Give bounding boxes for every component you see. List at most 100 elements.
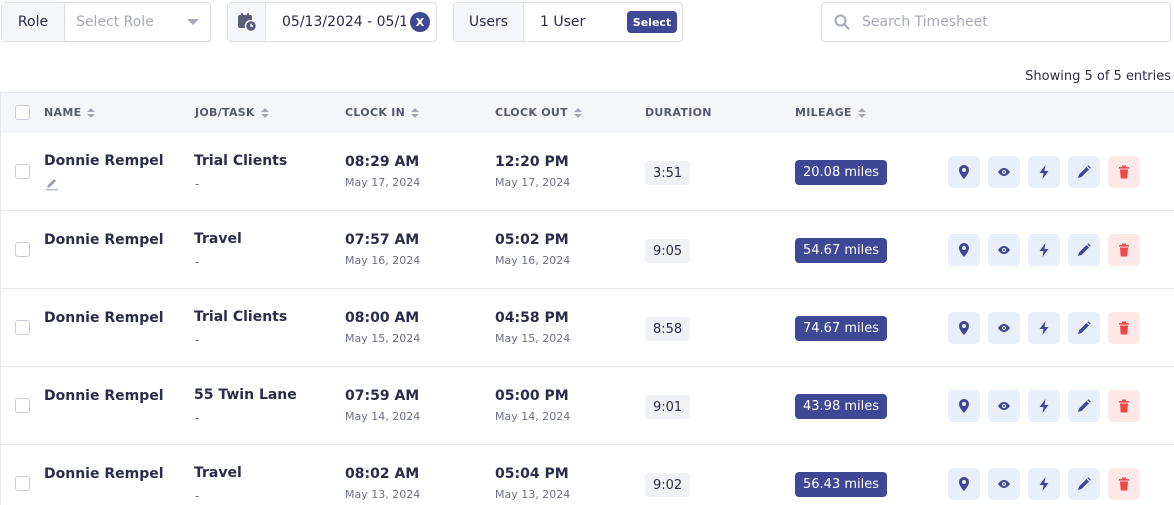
header-clock-out[interactable]: CLOCK OUT [495, 106, 582, 119]
edit-button[interactable] [1068, 468, 1100, 500]
row-checkbox[interactable] [15, 398, 30, 413]
edit-pencil-icon[interactable] [45, 177, 59, 191]
pencil-icon [1078, 399, 1091, 412]
pencil-icon [1078, 321, 1091, 334]
lightning-icon [1039, 165, 1049, 179]
location-button[interactable] [948, 156, 980, 188]
search-box [821, 2, 1171, 42]
mileage-badge[interactable]: 43.98 miles [795, 394, 888, 419]
clock-out-date: May 14, 2024 [495, 410, 571, 423]
location-button[interactable] [948, 234, 980, 266]
filter-bar: Role Select Role 05/13/2024 - 05/19/2024… [1, 2, 1173, 42]
location-pin-icon [959, 243, 969, 257]
table-row: Donnie Rempel Travel - 08:02 AM May 13, … [0, 445, 1174, 505]
role-select[interactable]: Select Role [65, 3, 210, 41]
delete-button[interactable] [1108, 468, 1140, 500]
row-checkbox[interactable] [15, 476, 30, 491]
employee-name[interactable]: Donnie Rempel [44, 153, 164, 169]
duration-badge: 9:05 [645, 239, 691, 263]
edit-button[interactable] [1068, 234, 1100, 266]
delete-button[interactable] [1108, 390, 1140, 422]
sort-icon [411, 107, 420, 118]
clock-in-date: May 16, 2024 [345, 254, 421, 267]
select-users-button[interactable]: Select [627, 11, 677, 33]
select-all-checkbox[interactable] [15, 105, 30, 120]
employee-name[interactable]: Donnie Rempel [44, 388, 164, 404]
quick-action-button[interactable] [1028, 312, 1060, 344]
employee-name[interactable]: Donnie Rempel [44, 310, 164, 326]
edit-button[interactable] [1068, 156, 1100, 188]
quick-action-button[interactable] [1028, 156, 1060, 188]
job-task-sub: - [195, 333, 200, 347]
location-button[interactable] [948, 312, 980, 344]
clock-out-date: May 17, 2024 [495, 176, 571, 189]
trash-icon [1119, 243, 1129, 257]
header-name[interactable]: NAME [44, 106, 96, 119]
header-clock-in[interactable]: CLOCK IN [345, 106, 420, 119]
sort-icon [857, 107, 866, 118]
mileage-badge[interactable]: 56.43 miles [795, 472, 888, 497]
calendar-clock-icon [228, 3, 266, 41]
delete-button[interactable] [1108, 312, 1140, 344]
row-checkbox[interactable] [15, 242, 30, 257]
employee-name[interactable]: Donnie Rempel [44, 466, 164, 482]
job-task: Trial Clients [194, 309, 288, 325]
header-clock-in-label: CLOCK IN [345, 106, 406, 119]
job-task: Travel [194, 465, 242, 481]
edit-button[interactable] [1068, 312, 1100, 344]
clock-out-time: 12:20 PM [495, 154, 569, 170]
duration-badge: 3:51 [645, 161, 691, 185]
clock-in-date: May 17, 2024 [345, 176, 421, 189]
trash-icon [1119, 399, 1129, 413]
mileage-badge[interactable]: 74.67 miles [795, 316, 888, 341]
eye-icon [998, 402, 1010, 410]
clock-out-time: 05:00 PM [495, 388, 569, 404]
row-checkbox[interactable] [15, 164, 30, 179]
view-button[interactable] [988, 468, 1020, 500]
table-header: NAME JOB/TASK CLOCK IN CLOCK OUT DURATIO… [0, 92, 1174, 133]
view-button[interactable] [988, 156, 1020, 188]
edit-button[interactable] [1068, 390, 1100, 422]
header-mileage[interactable]: MILEAGE [795, 106, 866, 119]
clock-out-date: May 13, 2024 [495, 488, 571, 501]
employee-name[interactable]: Donnie Rempel [44, 232, 164, 248]
delete-button[interactable] [1108, 234, 1140, 266]
clock-in-time: 08:00 AM [345, 310, 420, 326]
duration-badge: 9:02 [645, 473, 691, 497]
header-mileage-label: MILEAGE [795, 106, 852, 119]
location-button[interactable] [948, 390, 980, 422]
view-button[interactable] [988, 312, 1020, 344]
clock-out-time: 04:58 PM [495, 310, 569, 326]
mileage-badge[interactable]: 54.67 miles [795, 238, 888, 263]
trash-icon [1119, 477, 1129, 491]
clock-in-time: 07:59 AM [345, 388, 420, 404]
mileage-badge[interactable]: 20.08 miles [795, 160, 888, 185]
search-input[interactable] [862, 14, 1142, 30]
eye-icon [998, 246, 1010, 254]
location-button[interactable] [948, 468, 980, 500]
pencil-icon [1078, 243, 1091, 256]
clock-in-time: 07:57 AM [345, 232, 420, 248]
date-range-filter[interactable]: 05/13/2024 - 05/19/2024 X [227, 2, 437, 42]
quick-action-button[interactable] [1028, 234, 1060, 266]
view-button[interactable] [988, 234, 1020, 266]
view-button[interactable] [988, 390, 1020, 422]
sort-icon [87, 107, 96, 118]
date-range-input[interactable]: 05/13/2024 - 05/19/2024 [266, 14, 406, 30]
job-task-sub: - [195, 411, 200, 425]
eye-icon [998, 480, 1010, 488]
clock-out-time: 05:04 PM [495, 466, 569, 482]
quick-action-button[interactable] [1028, 390, 1060, 422]
table-row: Donnie Rempel 55 Twin Lane - 07:59 AM Ma… [0, 367, 1174, 445]
sort-icon [260, 107, 269, 118]
header-job[interactable]: JOB/TASK [195, 106, 269, 119]
clock-out-time: 05:02 PM [495, 232, 569, 248]
row-checkbox[interactable] [15, 320, 30, 335]
quick-action-button[interactable] [1028, 468, 1060, 500]
pencil-icon [1078, 165, 1091, 178]
users-filter: Users 1 User Select [453, 2, 683, 42]
clear-date-button[interactable]: X [410, 12, 430, 32]
job-task: Trial Clients [194, 153, 288, 169]
job-task-sub: - [195, 177, 200, 191]
delete-button[interactable] [1108, 156, 1140, 188]
